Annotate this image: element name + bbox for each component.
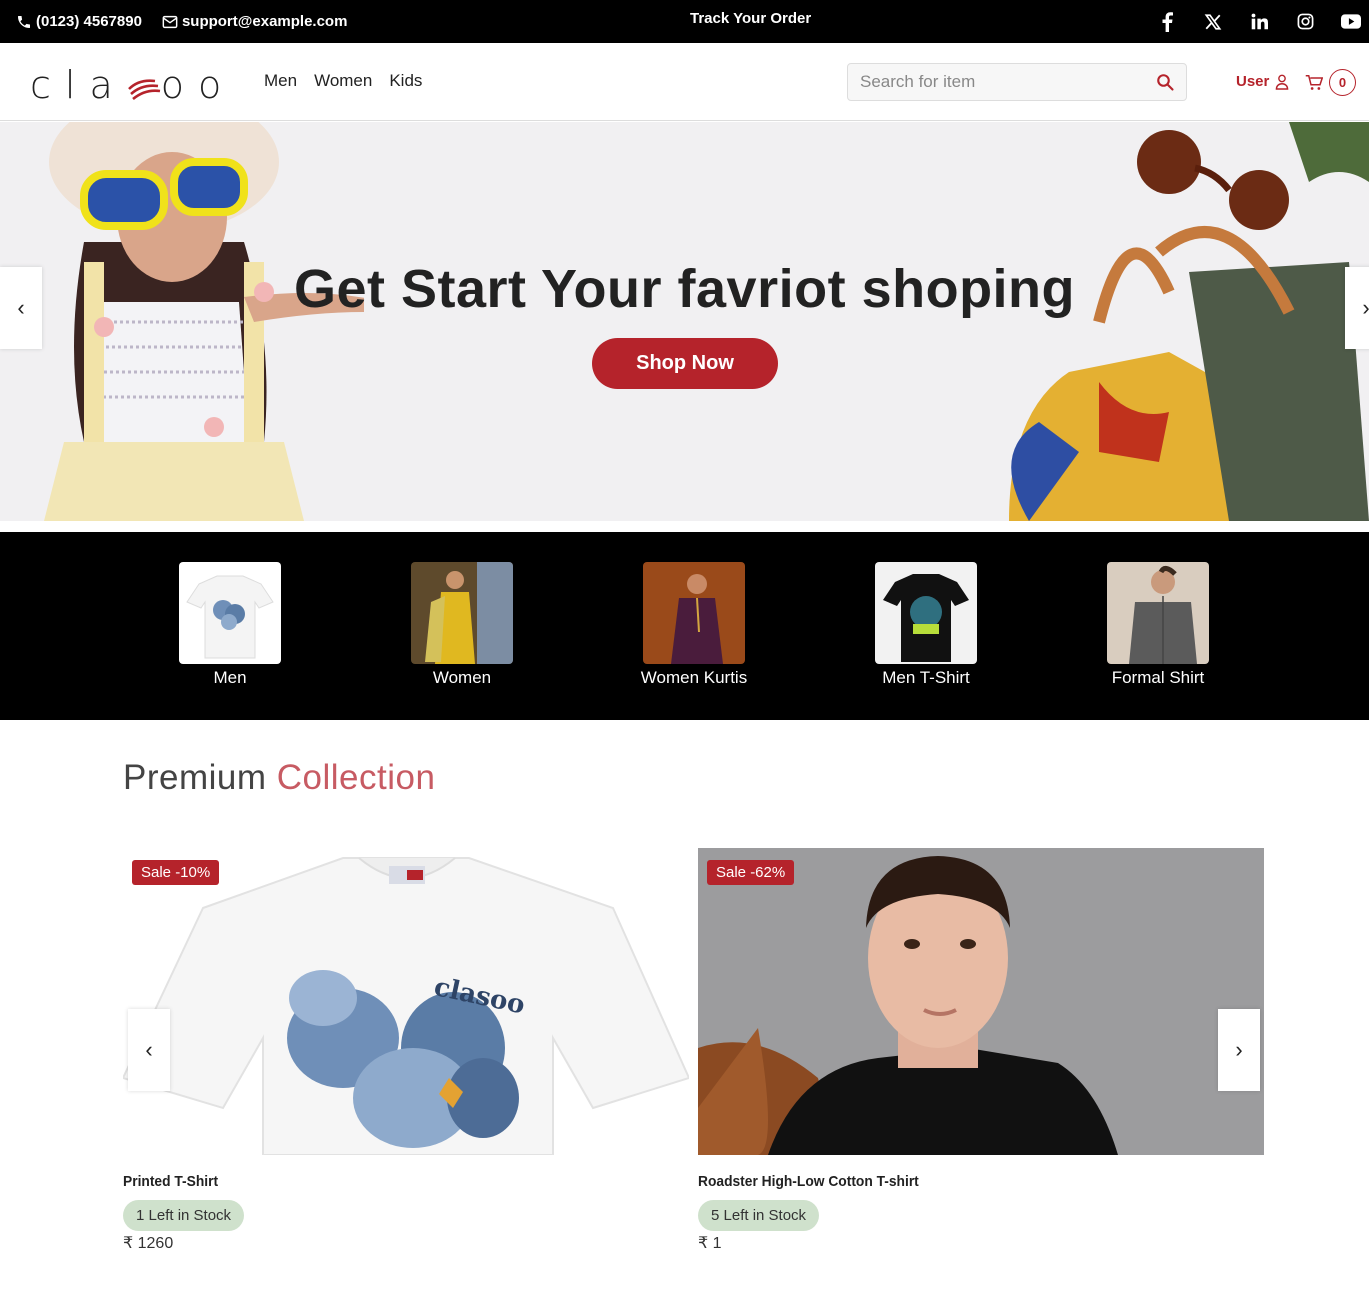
category-men-image bbox=[179, 562, 281, 664]
linkedin-icon[interactable] bbox=[1249, 12, 1269, 32]
section-title-accent: Collection bbox=[276, 758, 436, 797]
chevron-left-icon: ‹ bbox=[145, 1037, 153, 1062]
instagram-icon[interactable] bbox=[1295, 12, 1315, 32]
phone-icon bbox=[18, 15, 30, 28]
hero-prev-button[interactable]: ‹ bbox=[0, 267, 42, 349]
logo-text-start: cla bbox=[30, 63, 127, 107]
track-order-link[interactable]: Track Your Order bbox=[690, 0, 811, 43]
logo-swoosh-icon bbox=[127, 66, 161, 110]
category-men-label: Men bbox=[213, 668, 247, 687]
product-name[interactable]: Printed T-Shirt bbox=[123, 1173, 644, 1190]
main-nav: Men Women Kids bbox=[264, 71, 422, 91]
youtube-icon[interactable] bbox=[1341, 12, 1361, 32]
stock-badge: 5 Left in Stock bbox=[698, 1200, 820, 1231]
chevron-right-icon: › bbox=[1235, 1037, 1243, 1062]
product-price: ₹ 1 bbox=[698, 1235, 722, 1252]
category-men-tshirt[interactable]: Men T-Shirt bbox=[846, 562, 1006, 688]
category-formal-shirt[interactable]: Formal Shirt bbox=[1078, 562, 1238, 688]
logo-text-end: oo bbox=[160, 63, 236, 107]
product-image[interactable]: clasoo Sale -10% bbox=[123, 848, 689, 1155]
category-women[interactable]: Women bbox=[382, 562, 542, 688]
category-formal-shirt-label: Formal Shirt bbox=[1111, 668, 1205, 687]
search-icon[interactable] bbox=[1156, 73, 1174, 91]
social-links bbox=[1157, 0, 1361, 43]
category-men-tshirt-image bbox=[875, 562, 977, 664]
category-strip: Men Women Women Kurtis Men T-Shirt Forma… bbox=[0, 532, 1369, 720]
hero-banner: Get Start Your favriot shoping Shop Now … bbox=[0, 122, 1369, 521]
sale-badge: Sale -62% bbox=[707, 860, 795, 885]
category-women-kurtis[interactable]: Women Kurtis bbox=[614, 562, 774, 688]
hero-next-button[interactable]: › bbox=[1345, 267, 1369, 349]
section-title-main: Premium bbox=[123, 758, 267, 797]
site-logo[interactable]: cla oo bbox=[30, 63, 235, 110]
email-address: support@example.com bbox=[181, 13, 348, 30]
cart-button[interactable]: 0 bbox=[1305, 69, 1356, 96]
category-women-label: Women bbox=[432, 668, 492, 687]
collection-prev-button[interactable]: ‹ bbox=[128, 1009, 170, 1091]
user-icon bbox=[1276, 74, 1289, 90]
cart-icon bbox=[1305, 75, 1323, 90]
product-name[interactable]: Roadster High-Low Cotton T-shirt bbox=[698, 1173, 1219, 1190]
email-link[interactable]: support@example.com bbox=[162, 13, 348, 30]
facebook-icon[interactable] bbox=[1157, 11, 1177, 32]
category-women-image bbox=[411, 562, 513, 664]
stock-badge: 1 Left in Stock bbox=[123, 1200, 245, 1231]
shop-now-button[interactable]: Shop Now bbox=[592, 338, 778, 389]
search-box bbox=[847, 63, 1187, 101]
category-formal-shirt-image bbox=[1107, 562, 1209, 664]
category-men-tshirt-label: Men T-Shirt bbox=[882, 668, 970, 687]
product-card[interactable]: Sale -62% Roadster High-Low Cotton T-shi… bbox=[698, 848, 1264, 1253]
product-price: ₹ 1260 bbox=[123, 1235, 174, 1252]
section-title: Premium Collection bbox=[123, 758, 435, 798]
site-header: claoo Men Women Kids User 0 bbox=[0, 43, 1369, 121]
search-input[interactable] bbox=[860, 72, 1156, 92]
x-icon[interactable] bbox=[1203, 12, 1223, 32]
mail-icon bbox=[162, 15, 178, 28]
nav-item-men[interactable]: Men bbox=[264, 71, 297, 91]
user-label: User bbox=[1236, 73, 1270, 90]
hero-headline: Get Start Your favriot shoping bbox=[293, 259, 1076, 319]
chevron-right-icon: › bbox=[1362, 295, 1369, 320]
phone-number: (0123) 4567890 bbox=[36, 13, 142, 30]
hero-bag-image bbox=[869, 122, 1369, 521]
nav-item-kids[interactable]: Kids bbox=[389, 71, 422, 91]
cart-count-badge: 0 bbox=[1329, 69, 1356, 96]
product-image[interactable]: Sale -62% bbox=[698, 848, 1264, 1155]
category-women-kurtis-label: Women Kurtis bbox=[640, 668, 748, 687]
product-card[interactable]: clasoo Sale -10% Printed T-Shirt 1 Left … bbox=[123, 848, 689, 1253]
contact-info: (0123) 4567890 support@example.com bbox=[16, 0, 347, 43]
user-account-link[interactable]: User bbox=[1236, 73, 1289, 90]
phone-link[interactable]: (0123) 4567890 bbox=[16, 13, 142, 30]
category-men[interactable]: Men bbox=[150, 562, 310, 688]
collection-next-button[interactable]: › bbox=[1218, 1009, 1260, 1091]
category-women-kurtis-image bbox=[643, 562, 745, 664]
nav-item-women[interactable]: Women bbox=[314, 71, 372, 91]
chevron-left-icon: ‹ bbox=[17, 295, 25, 320]
hero-girl-image bbox=[24, 122, 384, 521]
top-bar: (0123) 4567890 support@example.com Track… bbox=[0, 0, 1369, 43]
sale-badge: Sale -10% bbox=[132, 860, 220, 885]
